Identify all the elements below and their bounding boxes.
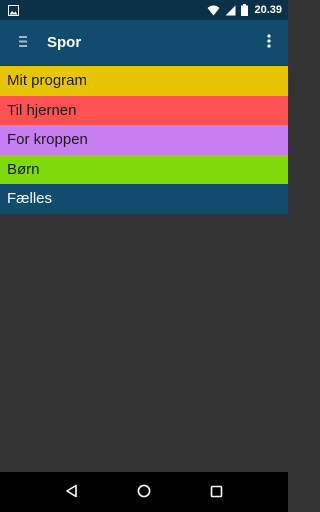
track-item-born[interactable]: Børn [0,154,288,184]
track-item-faelles[interactable]: Fælles [0,184,288,214]
track-label: Børn [7,160,40,178]
menu-button[interactable] [8,20,38,65]
track-item-for-kroppen[interactable]: For kroppen [0,125,288,155]
toolbar: Spor [0,20,288,65]
status-left [8,1,19,20]
cellular-signal-icon [225,1,236,20]
status-right: 20.39 [207,1,282,20]
battery-icon [241,1,249,20]
track-label: Til hjernen [7,101,77,119]
track-label: Fælles [7,190,53,208]
track-label: For kroppen [7,131,88,149]
track-label: Mit program [7,72,88,90]
screen: 20.39 Spor Mit program Til hjernen For k… [0,0,288,512]
home-button[interactable] [124,472,164,512]
overflow-menu-button[interactable] [258,20,280,65]
track-item-mit-program[interactable]: Mit program [0,66,288,96]
status-time: 20.39 [254,4,282,16]
more-vertical-icon [267,33,271,52]
recents-icon [210,483,223,502]
track-item-til-hjernen[interactable]: Til hjernen [0,95,288,125]
home-icon [137,483,151,502]
page-title: Spor [47,34,82,51]
navigation-bar [0,472,288,512]
wifi-icon [207,1,220,20]
image-notification-icon [8,1,19,20]
status-bar: 20.39 [0,0,288,20]
track-list: Mit program Til hjernen For kroppen Børn… [0,65,288,214]
back-button[interactable] [52,472,92,512]
menu-icon [18,33,28,52]
recents-button[interactable] [196,472,236,512]
back-icon [65,483,79,502]
